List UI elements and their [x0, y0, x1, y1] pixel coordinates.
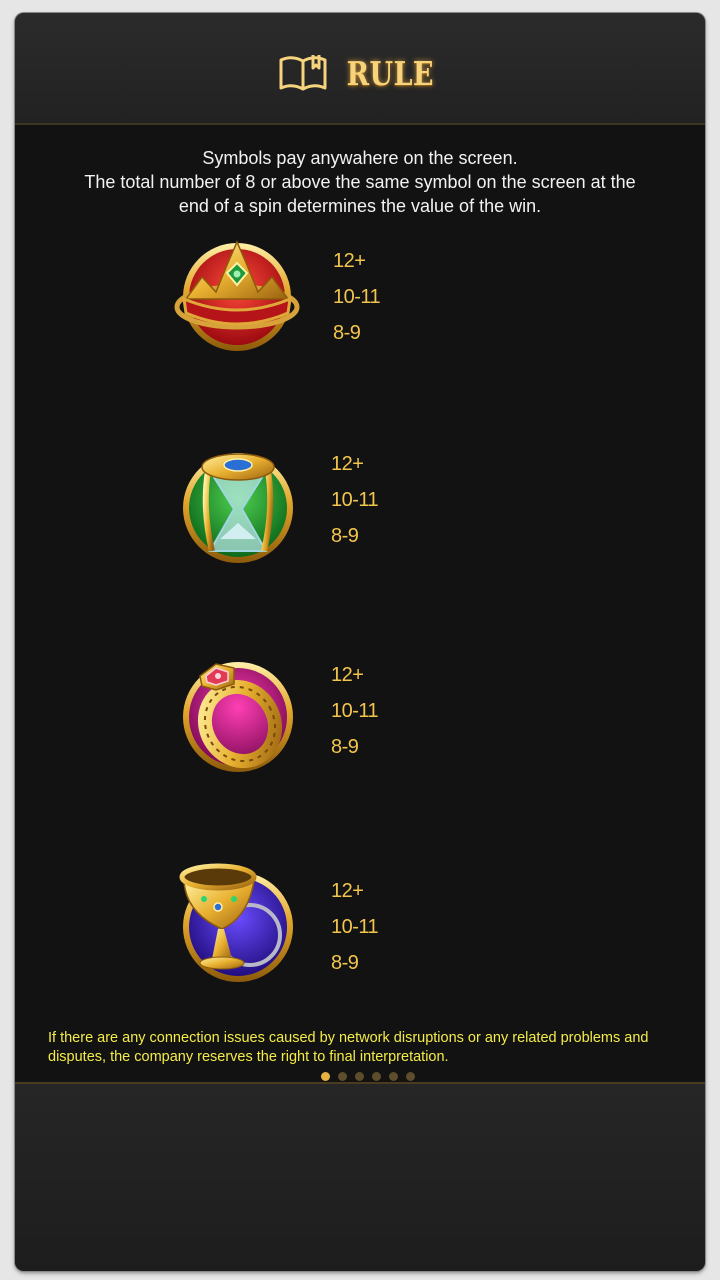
- footer-panel: [15, 1084, 705, 1271]
- hourglass-icon: [178, 443, 298, 563]
- pay-tier: 8-9: [331, 736, 359, 758]
- disclaimer-text: If there are any connection issues cause…: [48, 1030, 649, 1065]
- page-dot[interactable]: [321, 1072, 330, 1081]
- intro-line: Symbols pay anywahere on the screen.: [202, 148, 518, 168]
- crown-icon: [172, 237, 300, 357]
- pay-tier: 12+: [333, 250, 366, 272]
- pay-tier: 12+: [331, 453, 364, 475]
- title-group: RULE: [15, 51, 705, 95]
- ring-paytable: 12+ 10-11 8-9: [331, 657, 379, 765]
- pay-tier: 8-9: [331, 952, 359, 974]
- page-dot[interactable]: [389, 1072, 398, 1081]
- page-dot[interactable]: [338, 1072, 347, 1081]
- page-dot[interactable]: [355, 1072, 364, 1081]
- pay-tier: 10-11: [331, 489, 379, 511]
- rules-content[interactable]: Symbols pay anywahere on the screen. The…: [15, 125, 705, 1084]
- header-bar: RULE: [15, 13, 705, 125]
- rules-panel: RULE Symbols pay anywahere on the screen…: [15, 13, 705, 1271]
- page-indicator: [321, 1072, 415, 1082]
- pay-tier: 12+: [331, 664, 364, 686]
- crown-paytable: 12+ 10-11 8-9: [333, 243, 381, 351]
- chalice-icon: [178, 863, 298, 983]
- page-dot[interactable]: [372, 1072, 381, 1081]
- open-book-icon: [277, 52, 329, 94]
- pay-tier: 12+: [331, 880, 364, 902]
- intro-text: Symbols pay anywahere on the screen. The…: [40, 146, 680, 218]
- pay-tier: 8-9: [333, 322, 361, 344]
- page-dot[interactable]: [406, 1072, 415, 1081]
- page-title: RULE: [346, 53, 434, 93]
- hourglass-paytable: 12+ 10-11 8-9: [331, 446, 379, 554]
- chalice-paytable: 12+ 10-11 8-9: [331, 873, 379, 981]
- intro-line: The total number of 8 or above the same …: [84, 172, 636, 192]
- intro-line: end of a spin determines the value of th…: [178, 196, 542, 216]
- pay-tier: 10-11: [333, 286, 381, 308]
- pay-tier: 10-11: [331, 916, 379, 938]
- ring-icon: [178, 654, 298, 774]
- pay-tier: 10-11: [331, 700, 379, 722]
- pay-tier: 8-9: [331, 525, 359, 547]
